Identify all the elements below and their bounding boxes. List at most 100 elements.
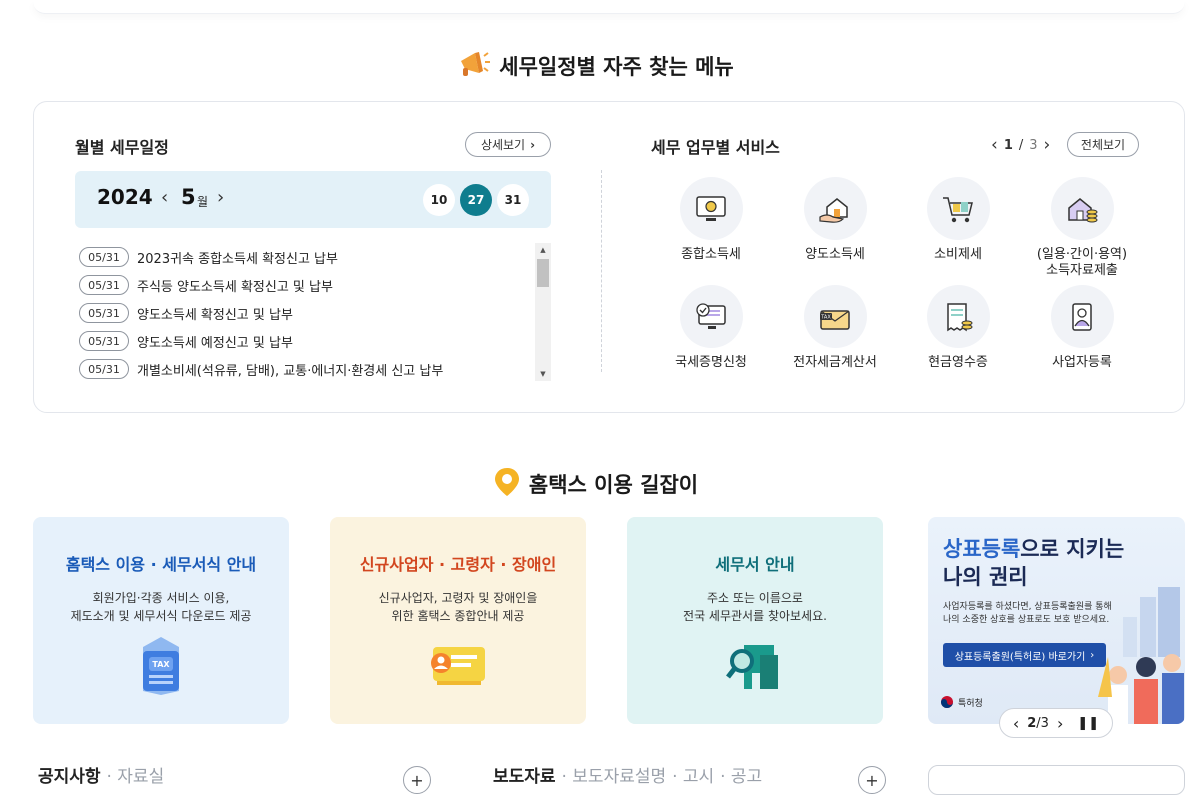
schedule-text: 양도소득세 확정신고 및 납부 <box>137 307 293 323</box>
monitor-coin-icon <box>679 177 743 240</box>
section-title-hometax-guide: 홈택스 이용 길잡이 <box>0 462 1191 506</box>
banner-next-button[interactable]: › <box>1057 714 1063 733</box>
service-item[interactable]: (일용·간이·용역) 소득자료제출 <box>1027 177 1137 279</box>
banner-title-line2: 나의 권리 <box>943 565 1028 589</box>
guide-card-tax-office[interactable]: 세무서 안내 주소 또는 이름으로 전국 세무관서를 찾아보세요. <box>627 517 883 724</box>
plus-icon[interactable]: + <box>858 766 886 794</box>
list-item[interactable]: 05/31 개별소비세(석유류, 담배), 교통·에너지·환경세 신고 납부 <box>79 355 539 383</box>
notice-tabs: 공지사항 · 자료실 <box>38 762 164 787</box>
service-item[interactable]: 현금영수증 <box>903 285 1013 371</box>
people-illustration <box>1098 587 1184 724</box>
location-pin-icon <box>493 466 521 503</box>
schedule-text: 양도소득세 예정신고 및 납부 <box>137 335 293 351</box>
date-badge: 05/31 <box>79 303 129 323</box>
tab-press[interactable]: 보도자료 <box>493 767 556 787</box>
guide-title: 홈택스 이용 · 세무서식 안내 <box>65 555 257 574</box>
section-title-text: 홈택스 이용 길잡이 <box>528 473 699 497</box>
service-label: 현금영수증 <box>928 355 988 370</box>
service-label: (일용·간이·용역) 소득자료제출 <box>1036 247 1128 278</box>
page-current: 1 <box>1003 137 1013 153</box>
trademark-banner[interactable]: 상표등록으로 지키는 나의 권리 사업자등록를 하셨다면, 상표등록출원를 통해… <box>928 517 1185 724</box>
month-selector: 2024 ‹ 5 월 › 10 27 31 <box>75 171 551 228</box>
service-item[interactable]: TAX 전자세금계산서 <box>780 285 890 371</box>
view-all-button[interactable]: 전체보기 <box>1067 132 1139 157</box>
service-label: 전자세금계산서 <box>793 355 877 370</box>
list-item[interactable]: 05/31 양도소득세 확정신고 및 납부 <box>79 299 539 327</box>
chevron-right-icon: › <box>530 137 536 152</box>
banner-title: 상표등록으로 지키는 나의 권리 <box>943 535 1124 591</box>
section-title-text: 세무일정별 자주 찾는 메뉴 <box>499 55 734 79</box>
detail-view-label: 상세보기 <box>480 138 526 152</box>
megaphone-icon <box>457 47 491 86</box>
service-item[interactable]: 사업자등록 <box>1027 285 1137 371</box>
tab-announce[interactable]: 공고 <box>731 767 762 787</box>
guide-title: 세무서 안내 <box>715 555 795 574</box>
guide-desc: 신규사업자, 고령자 및 장애인을 위한 홈택스 종합안내 제공 <box>378 591 538 623</box>
guide-desc: 회원가입·각종 서비스 이용, 제도소개 및 세무서식 다운로드 제공 <box>70 591 252 623</box>
tab-archive[interactable]: 자료실 <box>117 767 164 787</box>
tab-notice2[interactable]: 고시 <box>683 767 714 787</box>
schedule-scrollbar[interactable]: ▲ ▼ <box>535 243 551 381</box>
bottom-right-box <box>928 765 1185 795</box>
person-document-icon <box>1050 285 1114 348</box>
service-label: 양도소득세 <box>805 247 865 262</box>
tax-document-icon: TAX <box>33 635 289 697</box>
shopping-cart-icon <box>926 177 990 240</box>
tax-schedule-card: 월별 세무일정 상세보기 › 2024 ‹ 5 월 › 10 27 31 05/… <box>33 101 1185 413</box>
day-button-active[interactable]: 27 <box>460 184 492 216</box>
scroll-up-icon[interactable]: ▲ <box>535 243 551 257</box>
list-item[interactable]: 05/31 양도소득세 예정신고 및 납부 <box>79 327 539 355</box>
guide-card-new-business[interactable]: 신규사업자 · 고령자 · 장애인 신규사업자, 고령자 및 장애인을 위한 홈… <box>330 517 586 724</box>
next-page-button[interactable]: › <box>1044 135 1051 155</box>
top-card-edge <box>33 0 1185 14</box>
page-separator: / <box>1018 137 1024 153</box>
scroll-thumb[interactable] <box>537 259 549 287</box>
monthly-schedule-title: 월별 세무일정 <box>75 138 169 157</box>
date-badge: 05/31 <box>79 331 129 351</box>
tab-notice[interactable]: 공지사항 <box>38 767 101 787</box>
page-total: 3 <box>1029 137 1038 153</box>
tab-separator: · <box>720 767 731 787</box>
service-item[interactable]: 국세증명신청 <box>656 285 766 371</box>
service-item[interactable]: 양도소득세 <box>780 177 890 263</box>
tax-envelope-icon: TAX <box>803 285 867 348</box>
prev-page-button[interactable]: ‹ <box>991 135 998 155</box>
trademark-link-label: 상표등록출원(특허로) 바로가기 <box>954 651 1086 663</box>
banner-page-current: 2 <box>1027 715 1037 731</box>
list-item[interactable]: 05/31 2023귀속 종합소득세 확정신고 납부 <box>79 243 539 271</box>
service-item[interactable]: 종합소득세 <box>656 177 766 263</box>
press-tabs: 보도자료 · 보도자료설명 · 고시 · 공고 <box>493 762 762 787</box>
guide-desc: 주소 또는 이름으로 전국 세무관서를 찾아보세요. <box>683 591 827 623</box>
service-label: 사업자등록 <box>1052 355 1112 370</box>
tab-press-desc[interactable]: 보도자료설명 <box>572 767 666 787</box>
day-button[interactable]: 10 <box>423 184 455 216</box>
receipt-icon <box>926 285 990 348</box>
column-divider <box>601 170 602 372</box>
kipo-logo-text: 특허청 <box>958 698 983 709</box>
schedule-list: 05/31 2023귀속 종합소득세 확정신고 납부 05/31 주식등 양도소… <box>79 243 539 381</box>
service-label: 국세증명신청 <box>675 355 747 370</box>
prev-month-button[interactable]: ‹ <box>161 187 168 208</box>
scroll-down-icon[interactable]: ▼ <box>535 367 551 381</box>
tab-separator: · <box>561 767 573 787</box>
guide-title: 신규사업자 · 고령자 · 장애인 <box>359 555 557 574</box>
date-badge: 05/31 <box>79 275 129 295</box>
list-item[interactable]: 05/31 주식등 양도소득세 확정신고 및 납부 <box>79 271 539 299</box>
banner-prev-button[interactable]: ‹ <box>1013 714 1019 733</box>
plus-icon[interactable]: + <box>403 766 431 794</box>
banner-pager: ‹ 2/3 › ❚❚ <box>999 708 1113 738</box>
next-month-button[interactable]: › <box>217 187 224 208</box>
month-unit: 월 <box>197 195 209 209</box>
service-item[interactable]: 소비제세 <box>903 177 1013 263</box>
section-title-tax-schedule: 세무일정별 자주 찾는 메뉴 <box>0 44 1191 88</box>
detail-view-button[interactable]: 상세보기 › <box>465 132 551 157</box>
pause-icon[interactable]: ❚❚ <box>1077 716 1099 731</box>
banner-page-total: 3 <box>1040 715 1049 731</box>
date-badge: 05/31 <box>79 247 129 267</box>
kipo-logo: 특허청 <box>940 695 983 709</box>
guide-card-hometax-forms[interactable]: 홈택스 이용 · 세무서식 안내 회원가입·각종 서비스 이용, 제도소개 및 … <box>33 517 289 724</box>
tab-separator: · <box>106 767 118 787</box>
day-button[interactable]: 31 <box>497 184 529 216</box>
service-label: 종합소득세 <box>681 247 741 262</box>
date-badge: 05/31 <box>79 359 129 379</box>
